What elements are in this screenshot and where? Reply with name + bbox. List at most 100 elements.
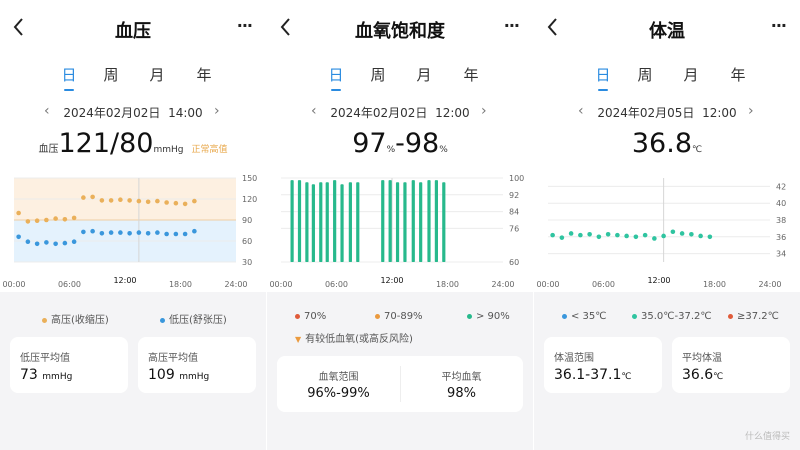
y-tick-label: 38 bbox=[776, 216, 786, 225]
systolic-point bbox=[173, 200, 179, 206]
tab-day[interactable]: 日 bbox=[55, 64, 83, 91]
card-value: 36.1-37.1℃ bbox=[554, 367, 632, 383]
page-title: 血压 bbox=[115, 21, 151, 42]
legend-high: ≥37.2℃ bbox=[728, 311, 779, 322]
temp-point bbox=[661, 233, 666, 239]
temp-chart[interactable]: 42 40 38 36 34 00:00 06:00 12:00 18:00 24:00 bbox=[534, 166, 800, 294]
mid-dot-icon bbox=[375, 313, 380, 319]
diastolic-point bbox=[155, 230, 160, 235]
temp-point bbox=[578, 232, 583, 238]
low-dot-icon bbox=[295, 313, 300, 319]
more-icon[interactable]: ··· bbox=[504, 16, 520, 35]
bp-summary: 高压(收缩压) 低压(舒张压) 低压平均值 73 mmHg 高压平均值 109 … bbox=[0, 292, 266, 450]
legend-low: < 35℃ bbox=[562, 311, 607, 322]
more-icon[interactable]: ··· bbox=[771, 16, 787, 35]
diastolic-point bbox=[99, 231, 105, 236]
spo2-panel: 血氧饱和度 ··· 日 周 月 年 ‹ 2024年02月02日 12:00 › … bbox=[267, 0, 533, 450]
spo2-bar bbox=[319, 182, 323, 262]
temp-point bbox=[615, 232, 620, 238]
normal-dot-icon bbox=[632, 313, 637, 319]
tab-day[interactable]: 日 bbox=[322, 64, 350, 91]
diastolic-point bbox=[44, 240, 49, 245]
diastolic-point bbox=[53, 241, 58, 247]
temp-avg-card: 平均体温 36.6℃ bbox=[672, 337, 790, 393]
systolic-point bbox=[44, 217, 49, 223]
diastolic-point bbox=[145, 231, 151, 236]
spo2-chart[interactable]: 100 92 84 76 60 00:00 06:00 12:00 18:00 24:00 bbox=[267, 166, 533, 294]
systolic-point bbox=[25, 219, 31, 224]
spo2-bar bbox=[297, 180, 302, 262]
diastolic-point bbox=[34, 241, 40, 247]
x-tick-label: 12:00 bbox=[113, 276, 136, 285]
tab-year[interactable]: 年 bbox=[457, 64, 485, 85]
spo2-bar bbox=[356, 182, 360, 262]
spo2-bar bbox=[311, 184, 315, 262]
tab-week[interactable]: 周 bbox=[364, 64, 392, 85]
tab-month[interactable]: 月 bbox=[410, 64, 438, 85]
temp-point bbox=[605, 231, 611, 237]
tab-year[interactable]: 年 bbox=[724, 64, 752, 85]
reading-value: 121/80 bbox=[58, 128, 154, 159]
spo2-bar bbox=[419, 182, 423, 262]
spo2-bar bbox=[442, 182, 446, 262]
y-tick-label: 34 bbox=[776, 250, 786, 259]
y-tick-label: 84 bbox=[509, 208, 519, 217]
spo2-bar bbox=[348, 182, 352, 262]
reading-unit: mmHg bbox=[153, 145, 184, 155]
date-selector: ‹ 2024年02月02日 12:00 › bbox=[267, 103, 533, 122]
tab-week[interactable]: 周 bbox=[97, 64, 125, 85]
x-tick-label: 12:00 bbox=[380, 276, 403, 285]
y-tick-label: 100 bbox=[509, 174, 524, 183]
tab-week[interactable]: 周 bbox=[631, 64, 659, 85]
y-tick-label: 150 bbox=[242, 174, 257, 183]
time-text: 14:00 bbox=[168, 106, 203, 120]
spo2-bar bbox=[403, 182, 407, 262]
spo2-bar bbox=[434, 180, 438, 262]
reading-label: 血压 bbox=[38, 144, 59, 155]
spo2-bar bbox=[427, 180, 431, 262]
diastolic-point bbox=[81, 229, 86, 235]
diastolic-point bbox=[25, 239, 31, 244]
low-dot-icon bbox=[562, 313, 567, 319]
range-value: 96%-99% bbox=[307, 386, 370, 401]
header: 体温 ··· bbox=[534, 14, 800, 46]
temp-point bbox=[596, 234, 602, 240]
next-date-icon[interactable]: › bbox=[748, 103, 754, 119]
x-tick-label: 12:00 bbox=[647, 276, 670, 285]
more-icon[interactable]: ··· bbox=[237, 16, 253, 35]
spo2-bar bbox=[290, 180, 294, 262]
systolic-point bbox=[34, 218, 40, 223]
temp-point bbox=[587, 231, 592, 237]
bp-chart[interactable]: 150 120 90 60 30 00:00 06:00 12:00 18:00 24:00 bbox=[0, 166, 266, 294]
period-tabs: 日 周 月 年 bbox=[534, 64, 800, 91]
reading-unit: % bbox=[386, 145, 396, 155]
high-dot-icon bbox=[467, 313, 472, 319]
systolic-point bbox=[164, 200, 169, 205]
temp-range-card: 体温范围 36.1-37.1℃ bbox=[544, 337, 662, 393]
caret-down-icon: ▼ bbox=[295, 335, 302, 344]
legend-low-risk: ▼ 有较低血氧(或高反风险) bbox=[295, 334, 413, 345]
status-badge: 正常高值 bbox=[191, 145, 228, 155]
next-date-icon[interactable]: › bbox=[214, 103, 220, 119]
diastolic-point bbox=[173, 231, 179, 237]
tab-month[interactable]: 月 bbox=[143, 64, 171, 85]
tab-month[interactable]: 月 bbox=[677, 64, 705, 85]
systolic-point bbox=[81, 195, 86, 200]
systolic-dot-icon bbox=[42, 317, 47, 323]
legend-high: > 90% bbox=[467, 311, 510, 322]
range-label: 血氧范围 bbox=[318, 372, 359, 383]
temp-point bbox=[624, 233, 629, 239]
x-tick-label: 24:00 bbox=[224, 280, 247, 289]
tab-day[interactable]: 日 bbox=[589, 64, 617, 91]
x-tick-label: 06:00 bbox=[325, 280, 348, 289]
tab-year[interactable]: 年 bbox=[190, 64, 218, 85]
card-label: 低压平均值 bbox=[20, 353, 70, 364]
next-date-icon[interactable]: › bbox=[481, 103, 487, 119]
x-tick-label: 06:00 bbox=[58, 280, 81, 289]
spo2-bar bbox=[381, 180, 385, 262]
page-title: 体温 bbox=[649, 21, 685, 42]
header: 血氧饱和度 ··· bbox=[267, 14, 533, 46]
x-tick-label: 00:00 bbox=[2, 280, 25, 289]
systolic-point bbox=[118, 197, 123, 202]
date-selector: ‹ 2024年02月05日 12:00 › bbox=[534, 103, 800, 122]
